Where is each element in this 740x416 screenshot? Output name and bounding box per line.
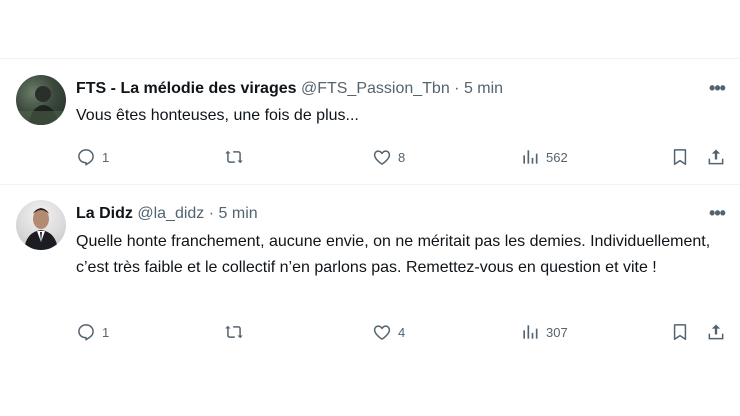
views-count: 307	[546, 324, 568, 340]
share-button[interactable]	[706, 145, 726, 169]
like-button[interactable]: 4	[372, 320, 405, 344]
bookmark-icon	[673, 149, 687, 165]
retweet-button[interactable]	[224, 320, 250, 344]
display-name[interactable]: FTS - La mélodie des virages	[76, 80, 297, 97]
tweet-header: FTS - La mélodie des virages @FTS_Passio…	[76, 79, 503, 99]
heart-icon	[373, 150, 391, 165]
reply-count: 1	[102, 324, 110, 340]
handle[interactable]: @FTS_Passion_Tbn	[301, 80, 450, 97]
separator-dot: ·	[208, 205, 215, 222]
reply-button[interactable]: 1	[76, 145, 109, 169]
tweet-text: Quelle honte franchement, aucune envie, …	[76, 233, 711, 276]
more-options-icon[interactable]: •••	[706, 204, 728, 226]
views-icon	[523, 150, 538, 164]
avatar[interactable]	[16, 200, 66, 250]
like-button[interactable]: 8	[372, 145, 405, 169]
tweet-actions: 1 4 307	[76, 320, 726, 344]
reply-icon	[78, 324, 94, 341]
share-icon	[708, 149, 724, 165]
views-count: 562	[546, 149, 568, 165]
tweet-actions: 1 8 562	[76, 145, 726, 169]
avatar[interactable]	[16, 75, 66, 125]
tweet-text: Vous êtes honteuses, une fois de plus...	[76, 107, 359, 124]
views-icon	[523, 325, 538, 339]
retweet-icon	[225, 325, 243, 339]
timestamp[interactable]: 5 min	[464, 80, 503, 97]
retweet-button[interactable]	[224, 145, 250, 169]
timestamp[interactable]: 5 min	[219, 205, 258, 222]
like-count: 4	[398, 324, 406, 340]
avatar-photo	[24, 208, 58, 250]
like-count: 8	[398, 149, 406, 165]
heart-icon	[373, 325, 391, 340]
share-button[interactable]	[706, 320, 726, 344]
more-options-icon[interactable]: •••	[706, 79, 728, 101]
reply-button[interactable]: 1	[76, 320, 109, 344]
bookmark-icon	[673, 324, 687, 340]
views-button[interactable]: 307	[520, 320, 568, 344]
views-button[interactable]: 562	[520, 145, 568, 169]
tweet[interactable]: La Didz @la_didz · 5 min ••• Quelle hont…	[0, 185, 740, 360]
display-name[interactable]: La Didz	[76, 205, 133, 222]
retweet-icon	[225, 150, 243, 164]
reply-icon	[78, 149, 94, 166]
share-icon	[708, 324, 724, 340]
reply-count: 1	[102, 149, 110, 165]
bookmark-button[interactable]	[670, 145, 690, 169]
tweet[interactable]: FTS - La mélodie des virages @FTS_Passio…	[0, 59, 740, 184]
tweet-header: La Didz @la_didz · 5 min	[76, 204, 258, 224]
avatar-photo	[16, 86, 66, 125]
bookmark-button[interactable]	[670, 320, 690, 344]
handle[interactable]: @la_didz	[137, 205, 204, 222]
separator-dot: ·	[454, 80, 460, 97]
